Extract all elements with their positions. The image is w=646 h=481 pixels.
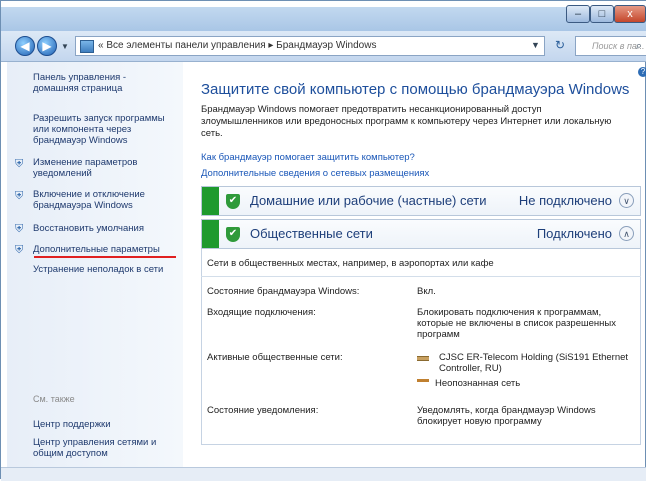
title-bar: – □ x [1,1,646,31]
details-divider [201,276,641,277]
control-panel-icon [80,40,94,53]
sidebar-link-allow-program[interactable]: Разрешить запуск программы или компонент… [33,113,179,146]
firewall-window: – □ x ◀ ▶ ▼ « Все элементы панели управл… [0,0,646,481]
expand-chevron-icon[interactable]: ∨ [619,193,634,208]
public-network-name: Общественные сети [250,226,373,241]
firewall-state-value: Вкл. [417,286,436,297]
search-icon: ⌕ [635,40,642,52]
unidentified-network-icon [417,379,429,387]
address-bar[interactable]: « Все элементы панели управления ▸ Бранд… [75,36,545,56]
active-networks-label: Активные общественные сети: [207,352,343,363]
minimize-button[interactable]: – [566,5,590,23]
address-path: « Все элементы панели управления ▸ Бранд… [98,40,377,51]
active-network-ethernet: CJSC ER-Telecom Holding (SiS191 Ethernet… [417,352,641,374]
home-network-row[interactable]: ✔ Домашние или рабочие (частные) сети Не… [201,186,641,216]
link-network-locations[interactable]: Дополнительные сведения о сетевых размещ… [201,168,429,179]
see-also-heading: См. также [33,394,75,404]
shield-icon: ⛨ [15,158,24,170]
close-button[interactable]: x [614,5,646,23]
advanced-highlight-underline [34,256,176,258]
home-network-status: Не подключено [518,193,612,208]
notification-state-label: Состояние уведомления: [207,405,319,416]
sidebar-link-home[interactable]: Панель управления - домашняя страница [33,72,173,94]
link-how-firewall-helps[interactable]: Как брандмауэр помогает защитить компьют… [201,152,415,163]
shield-icon: ⛨ [15,223,24,235]
refresh-icon[interactable]: ↻ [549,36,571,56]
firewall-state-label: Состояние брандмауэра Windows: [207,286,360,297]
shield-icon: ⛨ [15,190,24,202]
status-bar-green [202,187,219,215]
notification-state-value: Уведомлять, когда брандмауэр Windows бло… [417,405,596,427]
shield-icon: ⛨ [15,244,24,256]
sidebar-link-change-notifications[interactable]: Изменение параметров уведомлений [33,157,177,179]
check-shield-icon: ✔ [226,194,240,209]
sidebar-link-action-center[interactable]: Центр поддержки [33,419,111,430]
maximize-button[interactable]: □ [590,5,614,23]
sidebar-link-restore-defaults[interactable]: Восстановить умолчания [33,223,177,234]
recent-pages-dropdown-icon[interactable]: ▼ [61,42,69,51]
check-shield-icon: ✔ [226,227,240,242]
intro-text: Брандмауэр Windows помогает предотвратит… [201,104,612,139]
status-bar-green [202,220,219,248]
incoming-connections-label: Входящие подключения: [207,307,316,318]
search-input[interactable]: Поиск в па... ⌕ [575,36,646,56]
sidebar-link-troubleshoot[interactable]: Устранение неполадок в сети [33,264,181,275]
address-dropdown-icon[interactable]: ▼ [531,36,540,54]
active-network-unknown: Неопознанная сеть [417,378,520,389]
help-icon[interactable]: ? [638,67,646,77]
ethernet-network-icon [417,356,429,361]
sidebar-link-advanced[interactable]: Дополнительные параметры [33,244,179,255]
navigation-bar: ◀ ▶ ▼ « Все элементы панели управления ▸… [1,31,646,62]
active-network-ethernet-name: CJSC ER-Telecom Holding (SiS191 Ethernet… [439,352,629,374]
forward-button[interactable]: ▶ [37,36,57,56]
title-bar-top-strip [1,1,646,7]
home-network-name: Домашние или рабочие (частные) сети [250,193,487,208]
page-title: Защитите свой компьютер с помощью брандм… [201,81,630,98]
public-network-description: Сети в общественных местах, например, в … [207,258,494,269]
sidebar-link-turn-on-off[interactable]: Включение и отключение брандмауэра Windo… [33,189,177,211]
sidebar-link-network-center[interactable]: Центр управления сетями и общим доступом [33,437,173,459]
incoming-connections-value: Блокировать подключения к программам, ко… [417,307,616,340]
public-network-row[interactable]: ✔ Общественные сети Подключено ∧ [201,219,641,249]
active-network-unknown-name: Неопознанная сеть [435,378,521,389]
back-button[interactable]: ◀ [15,36,35,56]
public-network-status: Подключено [536,226,612,241]
collapse-chevron-icon[interactable]: ∧ [619,226,634,241]
